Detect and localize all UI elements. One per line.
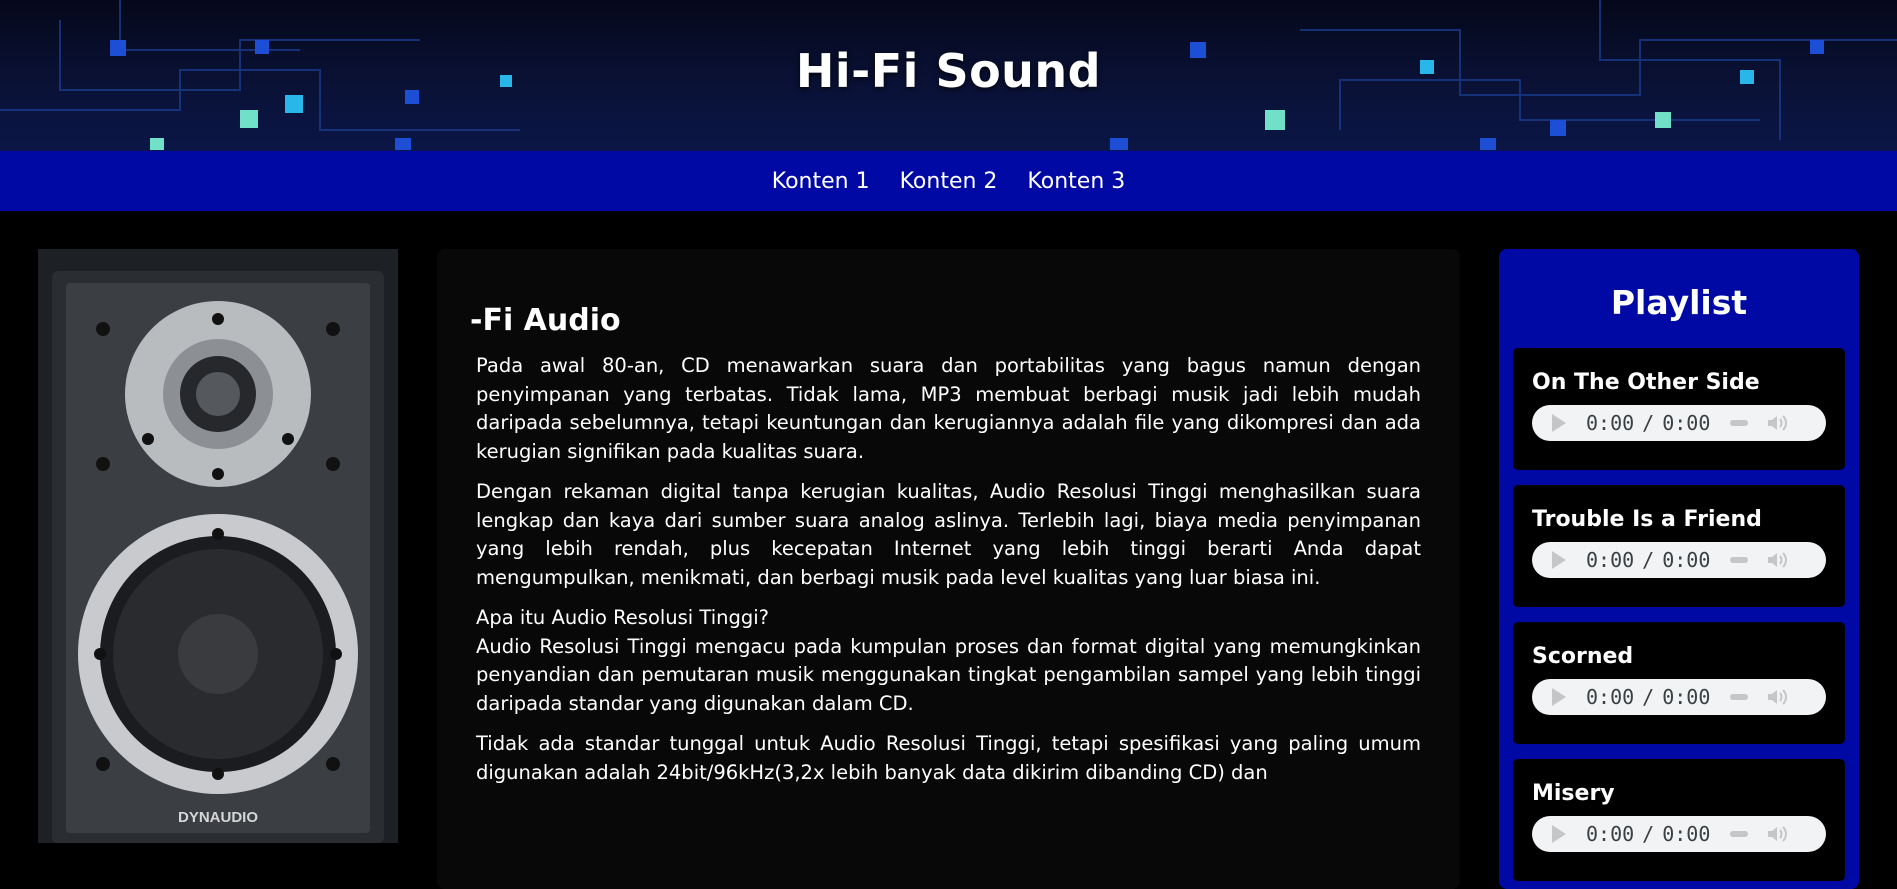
site-header: Hi-Fi Sound: [0, 0, 1897, 151]
playlist-track: Misery 0:00 / 0:00: [1513, 759, 1845, 881]
nav-item-konten-2[interactable]: Konten 2: [900, 169, 998, 194]
article-paragraph: Tidak ada standar tunggal untuk Audio Re…: [476, 732, 1421, 784]
duration-time: 0:00: [1662, 822, 1711, 846]
main-nav: Konten 1 Konten 2 Konten 3: [0, 151, 1897, 211]
article-heading: -Fi Audio: [470, 303, 621, 338]
speaker-image: DYNAUDIO: [38, 249, 398, 843]
track-title: Misery: [1532, 781, 1615, 806]
time-separator: /: [1642, 822, 1655, 846]
article-paragraph: Dengan rekaman digital tanpa kerugian ku…: [476, 480, 1421, 589]
volume-icon[interactable]: [1766, 550, 1788, 570]
play-icon[interactable]: [1552, 825, 1566, 843]
playlist-track: Trouble Is a Friend 0:00 / 0:00: [1513, 485, 1845, 607]
main-content: DYNAUDIO -Fi Audio Pada awal 80-an, CD m…: [0, 211, 1897, 889]
current-time: 0:00: [1586, 685, 1635, 709]
audio-player[interactable]: 0:00 / 0:00: [1532, 679, 1826, 715]
duration-time: 0:00: [1662, 685, 1711, 709]
volume-icon[interactable]: [1766, 413, 1788, 433]
playlist-track: Scorned 0:00 / 0:00: [1513, 622, 1845, 744]
play-icon[interactable]: [1552, 551, 1566, 569]
audio-player[interactable]: 0:00 / 0:00: [1532, 405, 1826, 441]
seek-bar[interactable]: [1730, 557, 1749, 563]
time-separator: /: [1642, 685, 1655, 709]
time-separator: /: [1642, 411, 1655, 435]
article-subheading: Apa itu Audio Resolusi Tinggi?: [476, 606, 770, 629]
volume-icon[interactable]: [1766, 687, 1788, 707]
audio-player[interactable]: 0:00 / 0:00: [1532, 816, 1826, 852]
seek-bar[interactable]: [1730, 420, 1749, 426]
speaker-brand-label: DYNAUDIO: [178, 809, 258, 826]
article-paragraph: Audio Resolusi Tinggi mengacu pada kumpu…: [476, 634, 1421, 715]
seek-bar[interactable]: [1730, 831, 1749, 837]
article-panel: -Fi Audio Pada awal 80-an, CD menawarkan…: [437, 249, 1460, 889]
track-title: Scorned: [1532, 644, 1634, 669]
current-time: 0:00: [1586, 822, 1635, 846]
play-icon[interactable]: [1552, 688, 1566, 706]
volume-icon[interactable]: [1766, 824, 1788, 844]
track-title: Trouble Is a Friend: [1532, 507, 1762, 532]
article-paragraph: Pada awal 80-an, CD menawarkan suara dan…: [476, 354, 1421, 463]
audio-player[interactable]: 0:00 / 0:00: [1532, 542, 1826, 578]
track-title: On The Other Side: [1532, 370, 1760, 395]
nav-item-konten-1[interactable]: Konten 1: [772, 169, 870, 194]
duration-time: 0:00: [1662, 411, 1711, 435]
nav-item-konten-3[interactable]: Konten 3: [1027, 169, 1125, 194]
playlist-title: Playlist: [1610, 283, 1748, 322]
current-time: 0:00: [1586, 411, 1635, 435]
seek-bar[interactable]: [1730, 694, 1749, 700]
duration-time: 0:00: [1662, 548, 1711, 572]
playlist-track: On The Other Side 0:00 / 0:00: [1513, 348, 1845, 470]
play-icon[interactable]: [1552, 414, 1566, 432]
time-separator: /: [1642, 548, 1655, 572]
site-title: Hi-Fi Sound: [795, 44, 1102, 98]
playlist-panel: Playlist On The Other Side 0:00 / 0:00 T…: [1499, 249, 1859, 889]
current-time: 0:00: [1586, 548, 1635, 572]
